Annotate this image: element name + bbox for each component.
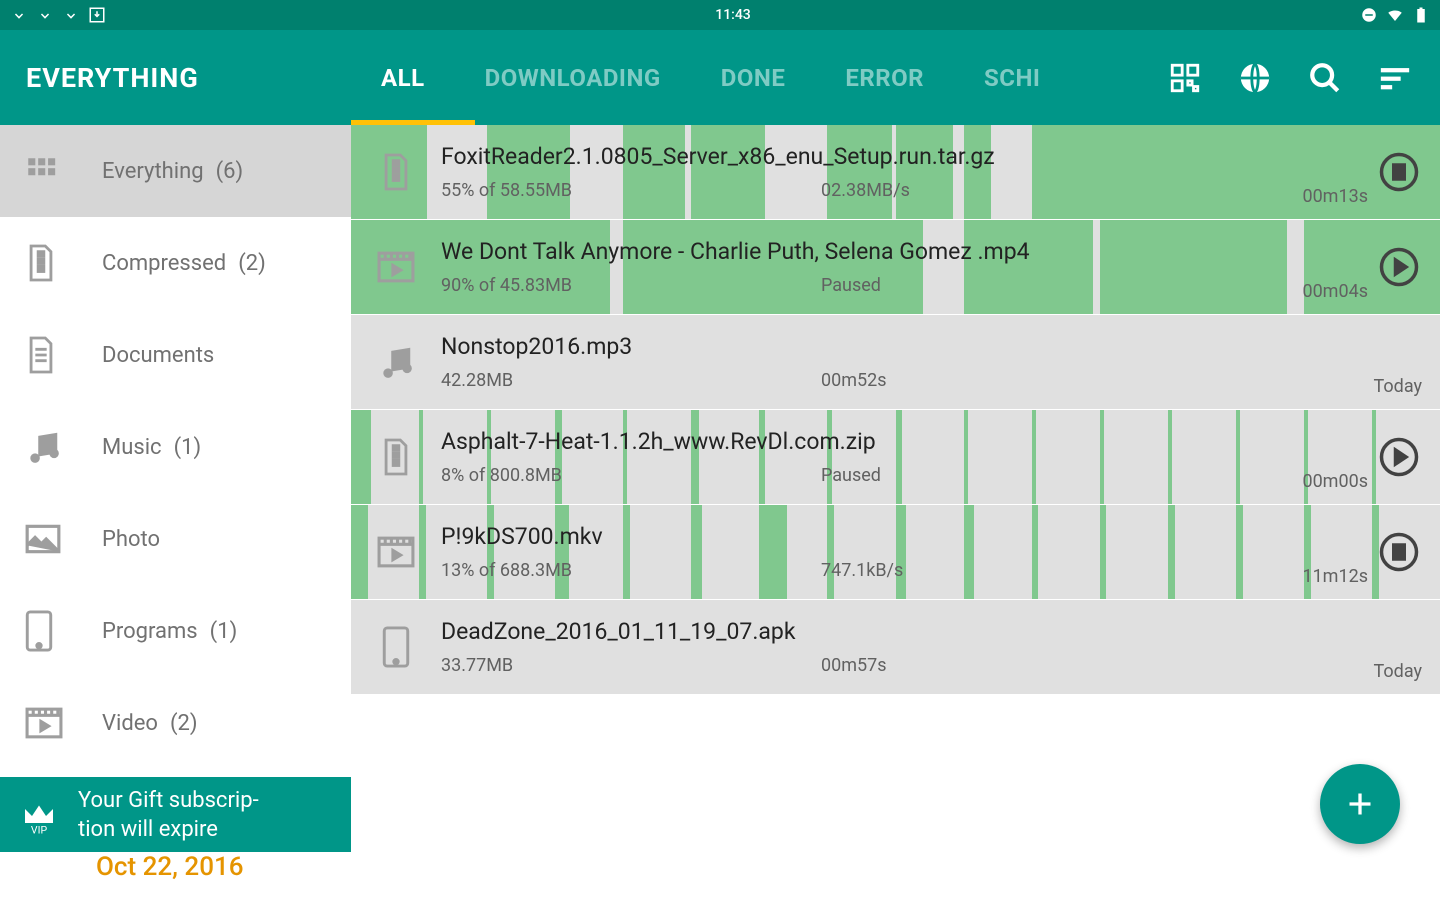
vip-icon: VIP (14, 791, 64, 841)
download-icon (10, 6, 28, 24)
do-not-disturb-icon (1360, 6, 1378, 24)
sidebar-item-label: Photo (102, 527, 160, 552)
wifi-icon (1386, 6, 1404, 24)
video-icon (24, 705, 102, 741)
file-progress: 55% of 58.55MB (441, 180, 821, 201)
file-speed: 02.38MB/s (821, 180, 1320, 201)
sidebar-item-everything[interactable]: Everything (6) (0, 125, 351, 217)
sidebar-item-label: Video (102, 711, 158, 736)
download-box-icon (88, 6, 106, 24)
sidebar-item-count: (6) (216, 159, 244, 184)
sidebar-item-count: (2) (170, 711, 198, 736)
sidebar-item-photo[interactable]: Photo (0, 493, 351, 585)
sidebar-item-label: Music (102, 435, 162, 460)
pause-button[interactable] (1376, 149, 1422, 195)
sidebar: EVERYTHING Everything (6) Compressed (2)… (0, 30, 351, 900)
file-speed: 747.1kB/s (821, 560, 1320, 581)
file-speed: Paused (821, 275, 1320, 296)
tabs: ALLDOWNLOADINGDONEERRORSCHI (351, 30, 1168, 125)
download-icon (62, 6, 80, 24)
sidebar-item-compressed[interactable]: Compressed (2) (0, 217, 351, 309)
sidebar-title: EVERYTHING (0, 30, 351, 125)
play-button[interactable] (1376, 244, 1422, 290)
sidebar-item-label: Programs (102, 619, 198, 644)
file-progress: 42.28MB (441, 370, 821, 391)
qr-icon[interactable] (1168, 61, 1202, 95)
download-icon (36, 6, 54, 24)
download-row[interactable]: Asphalt-7-Heat-1.1.2h_www.RevDl.com.zip … (351, 410, 1440, 504)
sidebar-item-video[interactable]: Video (2) (0, 677, 351, 769)
vip-date: Oct 22, 2016 (0, 852, 351, 900)
sidebar-item-count: (2) (238, 251, 266, 276)
download-row[interactable]: We Dont Talk Anymore - Charlie Puth, Sel… (351, 220, 1440, 314)
download-list: FoxitReader2.1.0805_Server_x86_enu_Setup… (351, 125, 1440, 900)
video-icon (351, 534, 441, 570)
file-time: 00m04s (1302, 281, 1368, 302)
file-time: Today (1374, 376, 1422, 397)
search-icon[interactable] (1308, 61, 1342, 95)
download-row[interactable]: FoxitReader2.1.0805_Server_x86_enu_Setup… (351, 125, 1440, 219)
sidebar-item-count: (1) (210, 619, 238, 644)
file-time: Today (1374, 661, 1422, 682)
phone-icon (351, 625, 441, 669)
grid-icon (24, 154, 102, 188)
vip-text: Your Gift subscrip- tion will expire (78, 787, 259, 844)
clock: 11:43 (715, 7, 751, 23)
file-progress: 33.77MB (441, 655, 821, 676)
status-bar: 11:43 (0, 0, 1440, 30)
file-speed: 00m52s (821, 370, 1320, 391)
sidebar-item-label: Everything (102, 159, 204, 184)
play-button[interactable] (1376, 434, 1422, 480)
tab-all[interactable]: ALL (351, 30, 455, 125)
globe-icon[interactable] (1238, 61, 1272, 95)
sidebar-item-documents[interactable]: Documents (0, 309, 351, 401)
file-name: We Dont Talk Anymore - Charlie Puth, Sel… (441, 238, 1320, 265)
tab-error[interactable]: ERROR (815, 30, 954, 125)
file-speed: Paused (821, 465, 1320, 486)
download-row[interactable]: P!9kDS700.mkv 13% of 688.3MB 747.1kB/s 1… (351, 505, 1440, 599)
file-progress: 8% of 800.8MB (441, 465, 821, 486)
svg-text:VIP: VIP (31, 824, 48, 837)
archive-icon (351, 152, 441, 192)
sidebar-item-count: (1) (174, 435, 202, 460)
vip-banner[interactable]: VIP Your Gift subscrip- tion will expire (0, 777, 351, 852)
sidebar-item-label: Compressed (102, 251, 226, 276)
download-row[interactable]: DeadZone_2016_01_11_19_07.apk 33.77MB 00… (351, 600, 1440, 694)
sidebar-item-music[interactable]: Music (1) (0, 401, 351, 493)
sidebar-item-programs[interactable]: Programs (1) (0, 585, 351, 677)
music-icon (351, 343, 441, 381)
file-time: 00m00s (1302, 471, 1368, 492)
tab-schi[interactable]: SCHI (954, 30, 1070, 125)
pause-button[interactable] (1376, 529, 1422, 575)
file-progress: 90% of 45.83MB (441, 275, 821, 296)
tab-done[interactable]: DONE (691, 30, 816, 125)
phone-icon (24, 609, 102, 653)
add-button[interactable] (1320, 764, 1400, 844)
file-speed: 00m57s (821, 655, 1320, 676)
file-name: Asphalt-7-Heat-1.1.2h_www.RevDl.com.zip (441, 428, 1320, 455)
sort-icon[interactable] (1378, 61, 1412, 95)
file-name: P!9kDS700.mkv (441, 523, 1320, 550)
toolbar: ALLDOWNLOADINGDONEERRORSCHI (351, 30, 1440, 125)
file-progress: 13% of 688.3MB (441, 560, 821, 581)
music-icon (24, 428, 102, 466)
sidebar-item-label: Documents (102, 343, 214, 368)
file-time: 00m13s (1302, 186, 1368, 207)
file-name: DeadZone_2016_01_11_19_07.apk (441, 618, 1320, 645)
download-row[interactable]: Nonstop2016.mp3 42.28MB 00m52s Today (351, 315, 1440, 409)
photo-icon (24, 522, 102, 556)
file-name: Nonstop2016.mp3 (441, 333, 1320, 360)
file-time: 11m12s (1302, 566, 1368, 587)
battery-icon (1412, 6, 1430, 24)
archive-icon (24, 243, 102, 283)
file-name: FoxitReader2.1.0805_Server_x86_enu_Setup… (441, 143, 1320, 170)
document-icon (24, 335, 102, 375)
archive-icon (351, 437, 441, 477)
main-content: ALLDOWNLOADINGDONEERRORSCHI FoxitReader2… (351, 30, 1440, 900)
video-icon (351, 249, 441, 285)
tab-downloading[interactable]: DOWNLOADING (455, 30, 691, 125)
